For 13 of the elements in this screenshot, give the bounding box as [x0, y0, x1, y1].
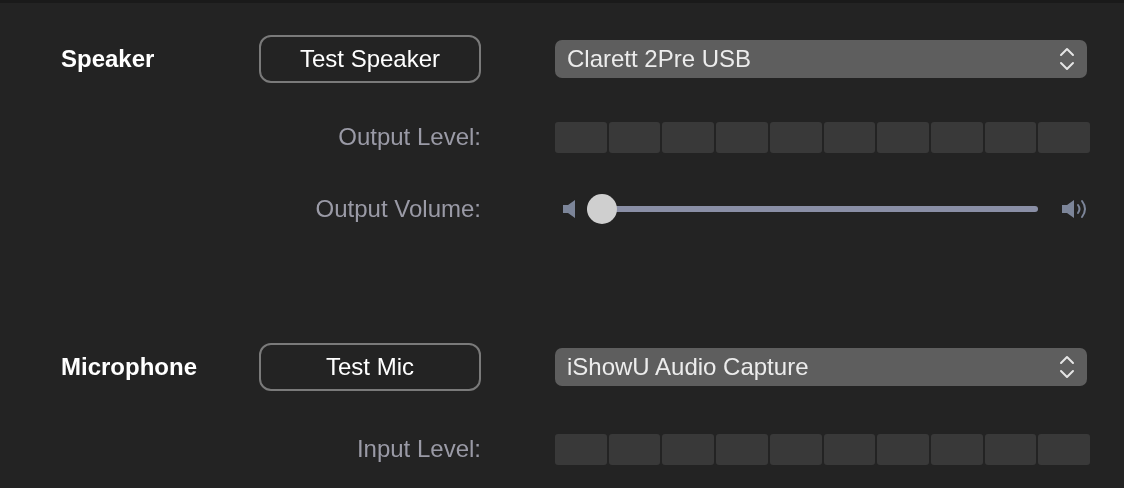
chevron-icon [1059, 46, 1075, 72]
chevron-icon [1059, 354, 1075, 380]
speaker-low-icon [561, 198, 577, 220]
section-title: Microphone [61, 352, 198, 382]
row-label: Output Level: [337, 122, 481, 152]
test-button[interactable]: Test Speaker [259, 35, 481, 83]
volume-slider[interactable] [587, 194, 1038, 224]
row-label: Input Level: [355, 434, 481, 464]
device-dropdown[interactable]: iShowU Audio Capture [555, 348, 1087, 386]
section-title: Speaker [61, 44, 156, 74]
device-dropdown[interactable]: Clarett 2Pre USB [555, 40, 1087, 78]
test-button[interactable]: Test Mic [259, 343, 481, 391]
row-label: Output Volume: [314, 194, 481, 224]
